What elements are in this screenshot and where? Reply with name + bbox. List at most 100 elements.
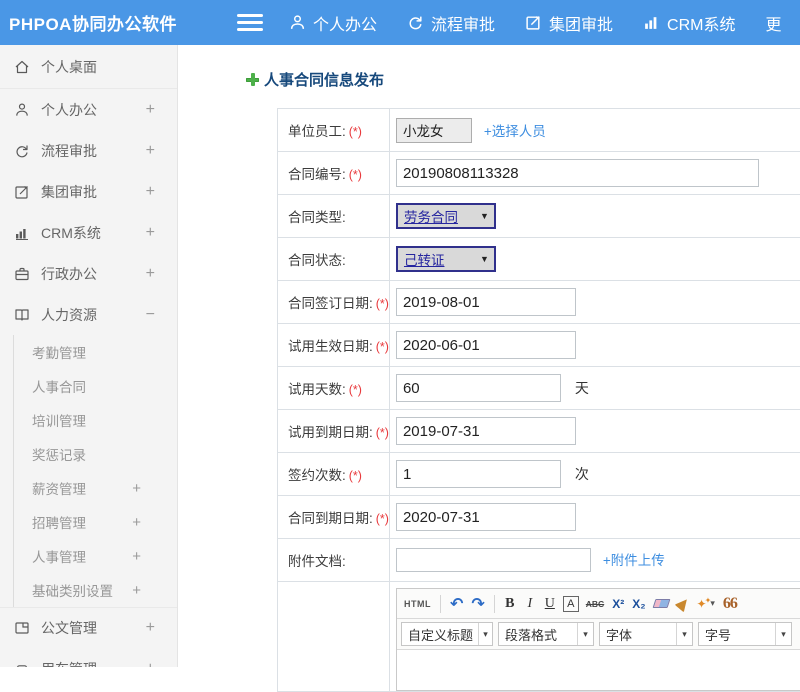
subscript-button[interactable]: X₂: [629, 593, 648, 615]
redo-icon[interactable]: ↷: [468, 593, 487, 615]
nav-personal-office[interactable]: 个人办公: [289, 11, 377, 35]
expand-icon[interactable]: +: [146, 265, 155, 283]
font-size-dropdown[interactable]: 字号 ▾: [698, 622, 792, 646]
nav-process-approval[interactable]: 流程审批: [407, 11, 495, 35]
expand-icon[interactable]: +: [132, 480, 141, 497]
dropdown-label: 字号: [705, 625, 731, 644]
sidebar-subitem-recruit[interactable]: 招聘管理 +: [14, 505, 177, 539]
nav-crm-system[interactable]: CRM系统: [643, 11, 735, 35]
form-row-sign-count: 签约次数:(*) 次: [278, 453, 800, 496]
required-marker: (*): [376, 512, 389, 526]
contract-number-input[interactable]: [396, 159, 759, 187]
paragraph-format-dropdown[interactable]: 段落格式 ▾: [498, 622, 594, 646]
field-label: 单位员工:: [288, 124, 346, 139]
form-row-employee: 单位员工:(*) +选择人员: [278, 109, 800, 152]
format-brush-button[interactable]: [674, 593, 692, 615]
underline-button[interactable]: U: [541, 593, 559, 615]
page-title-text: 人事合同信息发布: [264, 69, 384, 90]
toolbar-divider: [440, 595, 441, 613]
undo-icon[interactable]: ↶: [447, 593, 466, 615]
nav-label: 集团审批: [549, 11, 613, 35]
sidebar-item-group-approval[interactable]: 集团审批 +: [0, 171, 177, 212]
form-row-trial-start-date: 试用生效日期:(*): [278, 324, 800, 367]
trial-start-date-input[interactable]: [396, 331, 576, 359]
editor-content-area[interactable]: [397, 650, 800, 690]
expand-icon[interactable]: +: [146, 660, 155, 668]
chevron-down-icon: ▼: [480, 211, 489, 221]
html-source-button[interactable]: HTML: [401, 593, 434, 615]
field-label: 合同编号:: [288, 167, 346, 182]
required-marker: (*): [376, 340, 389, 354]
sidebar-item-hr[interactable]: 人力资源 −: [0, 294, 177, 335]
sidebar-item-label: 用车管理: [41, 659, 97, 668]
superscript-button[interactable]: X²: [609, 593, 627, 615]
sidebar-item-documents[interactable]: 公文管理 +: [0, 607, 177, 648]
sidebar-item-label: 公文管理: [41, 618, 97, 638]
required-marker: (*): [349, 469, 362, 483]
bold-button[interactable]: B: [501, 593, 519, 615]
italic-button[interactable]: I: [521, 593, 539, 615]
employee-input[interactable]: [396, 118, 472, 143]
eraser-icon: [652, 599, 670, 608]
chevron-down-icon: ▾: [577, 623, 593, 645]
sidebar: 个人桌面 个人办公 + 流程审批 + 集团审批 +: [0, 45, 178, 667]
contract-status-select[interactable]: 己转证 ▼: [396, 246, 496, 272]
autoformat-button[interactable]: ✦✦▾: [694, 593, 718, 615]
nav-label: 流程审批: [431, 11, 495, 35]
menu-toggle-icon[interactable]: [237, 10, 263, 35]
expand-icon[interactable]: +: [132, 548, 141, 565]
form-row-contract-number: 合同编号:(*): [278, 152, 800, 195]
eraser-button[interactable]: [651, 593, 672, 615]
sidebar-subitem-salary[interactable]: 薪资管理 +: [14, 471, 177, 505]
sidebar-item-label: 薪资管理: [32, 478, 86, 498]
expand-icon[interactable]: +: [132, 514, 141, 531]
sidebar-item-vehicle[interactable]: 用车管理 +: [0, 648, 177, 667]
sidebar-subitem-base-category[interactable]: 基础类别设置 +: [14, 573, 177, 607]
sidebar-item-label: 招聘管理: [32, 512, 86, 532]
expand-icon[interactable]: +: [146, 101, 155, 119]
sidebar-item-desktop[interactable]: 个人桌面: [0, 45, 177, 89]
expand-icon[interactable]: +: [132, 582, 141, 599]
trial-end-date-input[interactable]: [396, 417, 576, 445]
collapse-icon[interactable]: −: [146, 306, 155, 324]
sidebar-item-process-approval[interactable]: 流程审批 +: [0, 130, 177, 171]
expand-icon[interactable]: +: [146, 183, 155, 201]
sidebar-item-personal-office[interactable]: 个人办公 +: [0, 89, 177, 130]
expand-icon[interactable]: +: [146, 619, 155, 637]
brush-icon: [674, 595, 691, 612]
nav-group-approval[interactable]: 集团审批: [525, 11, 613, 35]
custom-title-dropdown[interactable]: 自定义标题 ▾: [401, 622, 493, 646]
nav-more[interactable]: 更: [766, 11, 782, 35]
sidebar-item-crm[interactable]: CRM系统 +: [0, 212, 177, 253]
sidebar-subitem-hr-contract[interactable]: 人事合同: [14, 369, 177, 403]
sidebar-subitem-attendance[interactable]: 考勤管理: [14, 335, 177, 369]
expand-icon[interactable]: +: [146, 224, 155, 242]
sidebar-item-label: 人事管理: [32, 546, 86, 566]
trial-days-input[interactable]: [396, 374, 561, 402]
doc-icon: [13, 620, 30, 637]
contract-type-select[interactable]: 劳务合同 ▼: [396, 203, 496, 229]
form-row-sign-date: 合同签订日期:(*): [278, 281, 800, 324]
expand-icon[interactable]: +: [146, 142, 155, 160]
font-family-dropdown[interactable]: 字体 ▾: [599, 622, 693, 646]
sign-count-input[interactable]: [396, 460, 561, 488]
sign-date-input[interactable]: [396, 288, 576, 316]
sidebar-item-admin-office[interactable]: 行政办公 +: [0, 253, 177, 294]
font-color-button[interactable]: A: [563, 596, 579, 612]
required-marker: (*): [349, 125, 362, 139]
dropdown-label: 段落格式: [505, 625, 557, 644]
sidebar-subitem-training[interactable]: 培训管理: [14, 403, 177, 437]
attachment-input[interactable]: [396, 548, 591, 572]
field-label: 签约次数:: [288, 468, 346, 483]
blockquote-button[interactable]: 66: [720, 593, 740, 615]
sidebar-subitem-rewards[interactable]: 奖惩记录: [14, 437, 177, 471]
field-label: 合同到期日期:: [288, 511, 373, 526]
sidebar-subitem-personnel[interactable]: 人事管理 +: [14, 539, 177, 573]
form-row-trial-days: 试用天数:(*) 天: [278, 367, 800, 410]
sidebar-item-label: 培训管理: [32, 410, 86, 430]
attachment-upload-link[interactable]: +附件上传: [603, 553, 665, 568]
selected-option: 劳务合同: [404, 206, 458, 226]
contract-end-date-input[interactable]: [396, 503, 576, 531]
select-person-link[interactable]: +选择人员: [484, 124, 546, 139]
strikethrough-button[interactable]: ABC: [583, 593, 607, 615]
